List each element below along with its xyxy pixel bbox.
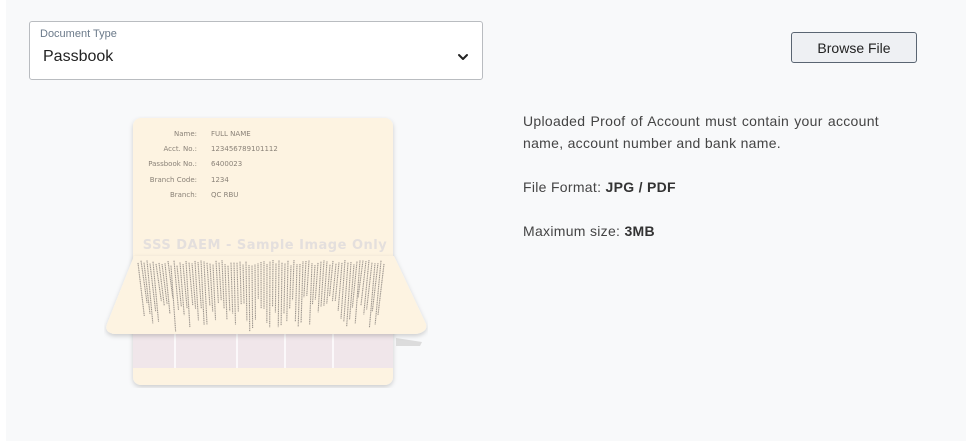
- field-label: Branch:: [170, 191, 197, 199]
- document-type-value[interactable]: Passbook: [43, 48, 113, 66]
- chevron-down-icon[interactable]: [456, 50, 470, 64]
- file-format-label: File Format:: [523, 179, 602, 195]
- field-label: Branch Code:: [150, 176, 197, 184]
- field-value: FULL NAME: [211, 130, 251, 138]
- field-value: QC RBU: [211, 191, 238, 199]
- field-value: 6400023: [211, 160, 242, 168]
- passbook-illustration: Name: FULL NAME Acct. No.: 1234567891011…: [106, 118, 427, 385]
- browse-file-button[interactable]: Browse File: [791, 32, 917, 63]
- lower-page-band: [133, 334, 393, 368]
- file-format-line: File Format: JPG / PDF: [523, 176, 879, 198]
- requirement-text: Uploaded Proof of Account must contain y…: [523, 113, 879, 151]
- field-label: Name:: [174, 130, 197, 138]
- sample-passbook-image: Name: FULL NAME Acct. No.: 1234567891011…: [104, 116, 428, 388]
- field-value: 123456789101112: [211, 145, 278, 153]
- field-value: 1234: [211, 176, 229, 184]
- upload-requirements: Uploaded Proof of Account must contain y…: [523, 110, 879, 242]
- document-type-label: Document Type: [40, 28, 117, 40]
- field-label: Passbook No.:: [148, 160, 197, 168]
- max-size-label: Maximum size:: [523, 223, 621, 239]
- max-size-line: Maximum size: 3MB: [523, 220, 879, 242]
- max-size-value: 3MB: [624, 223, 655, 239]
- watermark-text: SSS DAEM - Sample Image Only: [143, 238, 387, 253]
- document-type-select[interactable]: Document Type Passbook: [29, 21, 483, 80]
- file-format-value: JPG / PDF: [605, 179, 676, 195]
- field-label: Acct. No.:: [163, 145, 197, 153]
